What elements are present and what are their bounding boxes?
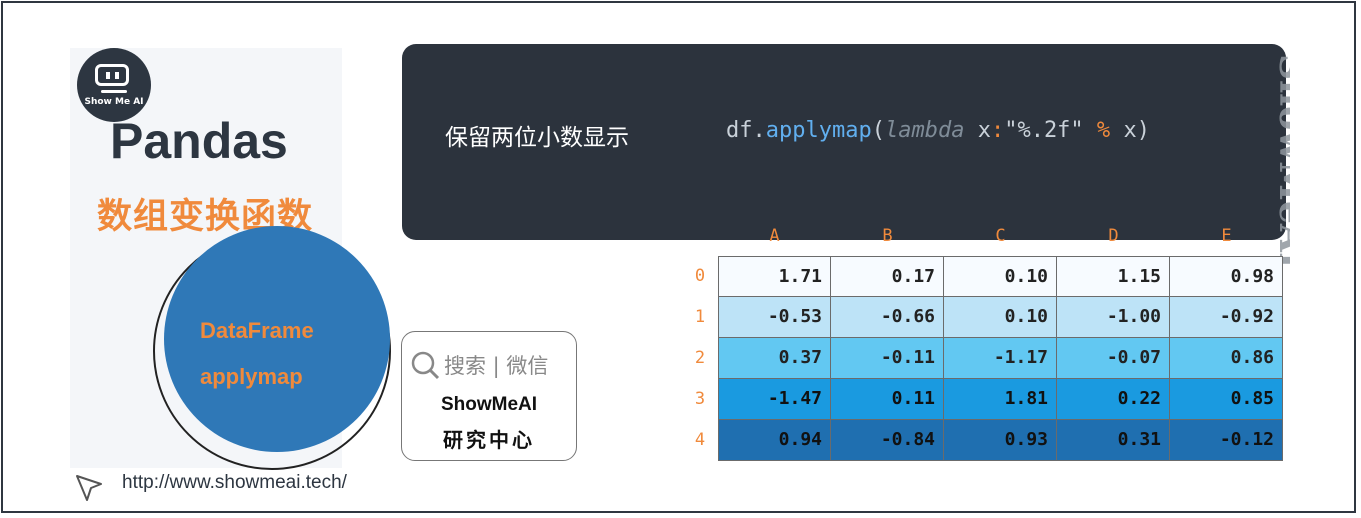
table-cell: 0.98 xyxy=(1170,256,1283,297)
table-cell: 0.10 xyxy=(944,297,1057,338)
code-panel: 保留两位小数显示 df.applymap(lambda x:"%.2f" % x… xyxy=(402,44,1286,240)
badge-name: ShowMeAI xyxy=(440,394,538,415)
topic-line-2: applymap xyxy=(200,364,303,389)
table-cell: 0.86 xyxy=(1170,338,1283,379)
cursor-icon xyxy=(76,475,102,501)
column-header: C xyxy=(995,226,1006,246)
table-cell: -1.17 xyxy=(944,338,1057,379)
table-cell: 0.94 xyxy=(718,420,831,461)
table-cell: -0.92 xyxy=(1170,297,1283,338)
table-cell: 0.37 xyxy=(718,338,831,379)
table-cell: -0.66 xyxy=(831,297,944,338)
badge-search-label: 搜索 | 微信 xyxy=(444,354,549,378)
table-cell: 0.31 xyxy=(1057,420,1170,461)
table-cell: 0.85 xyxy=(1170,379,1283,420)
row-index: 4 xyxy=(694,430,706,450)
table-cell: 0.17 xyxy=(831,256,944,297)
row-index: 0 xyxy=(694,266,706,286)
table-cell: 1.15 xyxy=(1057,256,1170,297)
table-cell: -0.53 xyxy=(718,297,831,338)
column-header: B xyxy=(882,226,893,246)
table-cell: -0.84 xyxy=(831,420,944,461)
table-cell: 0.11 xyxy=(831,379,944,420)
logo-text: Show Me AI xyxy=(84,97,144,107)
table-cell: -0.07 xyxy=(1057,338,1170,379)
search-icon xyxy=(411,351,440,380)
website-link[interactable]: http://www.showmeai.tech/ xyxy=(122,472,347,494)
code-description: 保留两位小数显示 xyxy=(445,125,629,151)
topic-line-1: DataFrame xyxy=(200,318,314,343)
table-cell: 0.93 xyxy=(944,420,1057,461)
column-header: E xyxy=(1221,226,1232,246)
table-cell: -1.47 xyxy=(718,379,831,420)
robot-logo-icon xyxy=(95,64,129,86)
wechat-badge: 搜索 | 微信 ShowMeAI 研究中心 xyxy=(401,331,577,461)
row-index: 1 xyxy=(694,307,706,327)
row-index: 2 xyxy=(694,348,706,368)
table-cell: -0.11 xyxy=(831,338,944,379)
column-header: A xyxy=(769,226,780,246)
table-cell: 1.71 xyxy=(718,256,831,297)
page-title: Pandas xyxy=(110,113,288,169)
row-index: 3 xyxy=(694,389,706,409)
table-cell: 0.10 xyxy=(944,256,1057,297)
table-cell: 1.81 xyxy=(944,379,1057,420)
code-snippet: df.applymap(lambda x:"%.2f" % x) xyxy=(726,118,1150,143)
table-cell: 0.22 xyxy=(1057,379,1170,420)
badge-subtitle: 研究中心 xyxy=(443,428,535,452)
brand-logo: Show Me AI xyxy=(77,48,151,122)
column-header: D xyxy=(1108,226,1119,246)
table-cell: -1.00 xyxy=(1057,297,1170,338)
table-cell: -0.12 xyxy=(1170,420,1283,461)
